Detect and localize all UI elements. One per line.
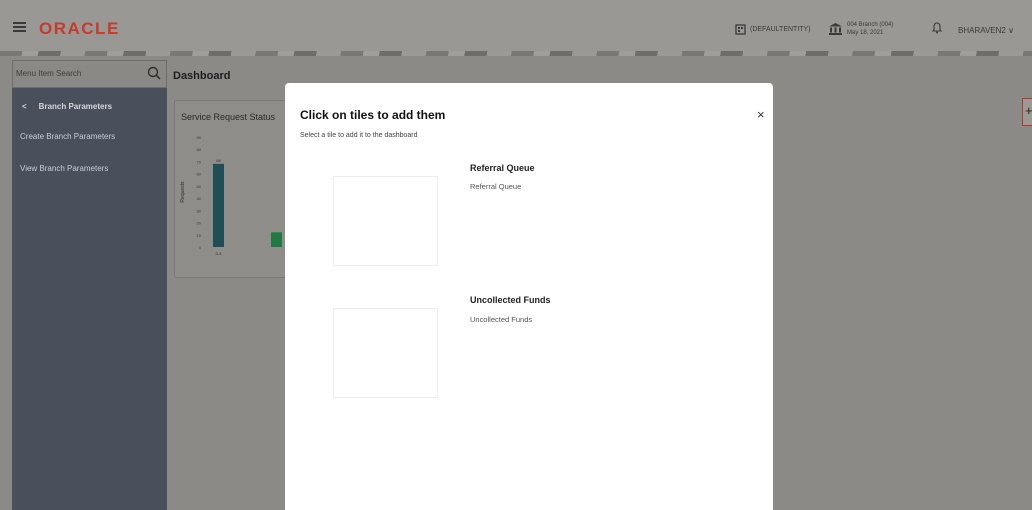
y-tick-label: 20	[197, 221, 202, 226]
branch-selector[interactable]: 004 Branch (004) May 18, 2021	[829, 21, 893, 37]
tile-thumbnail-uncollected-funds[interactable]	[333, 308, 438, 398]
entity-selector[interactable]: (DEFAULTENTITY)	[735, 24, 811, 35]
y-tick-label: 0	[199, 245, 202, 250]
y-axis-label: Requests	[180, 181, 186, 203]
y-tick-label: 10	[197, 233, 202, 238]
chart-bar[interactable]	[213, 163, 224, 247]
plus-icon: +	[1025, 103, 1032, 118]
y-tick-label: 80	[197, 147, 202, 152]
left-sidebar: < Branch Parameters Create Branch Parame…	[12, 60, 167, 510]
hamburger-menu-icon[interactable]	[13, 22, 26, 32]
y-tick-label: 50	[197, 184, 202, 189]
sidebar-item-view-branch-parameters[interactable]: View Branch Parameters	[20, 164, 108, 173]
tile-name-referral-queue[interactable]: Referral Queue	[470, 163, 535, 173]
branch-name: 004 Branch (004)	[847, 22, 894, 28]
close-icon[interactable]: ×	[757, 107, 765, 122]
chart-bar[interactable]	[271, 232, 282, 247]
add-tile-button[interactable]: +	[1022, 98, 1032, 126]
bank-icon	[829, 23, 842, 35]
y-tick-label: 90	[197, 135, 202, 140]
oracle-logo: ORACLE	[39, 19, 120, 38]
entity-icon	[735, 24, 746, 35]
branch-date: May 18, 2021	[847, 30, 884, 36]
user-menu[interactable]: BHARAVEN2 ∨	[958, 26, 1014, 35]
section-title: Branch Parameters	[38, 102, 113, 111]
x-tick-label: 0-3	[216, 251, 223, 256]
menu-search-field[interactable]: Menu Item Search	[12, 60, 167, 88]
dialog-subtitle: Select a tile to add it to the dashboard	[300, 132, 418, 139]
y-tick-label: 70	[197, 159, 202, 164]
entity-label: (DEFAULTENTITY)	[750, 26, 811, 33]
bar-value-label: 68	[216, 158, 221, 163]
add-tiles-dialog: Click on tiles to add them × Select a ti…	[285, 83, 773, 510]
sidebar-item-create-branch-parameters[interactable]: Create Branch Parameters	[20, 132, 115, 141]
tile-desc-uncollected-funds: Uncollected Funds	[470, 315, 533, 324]
y-tick-label: 60	[197, 172, 202, 177]
y-tick-label: 40	[197, 196, 202, 201]
notification-bell-icon[interactable]	[931, 21, 943, 39]
page-title: Dashboard	[173, 70, 231, 82]
tile-name-uncollected-funds[interactable]: Uncollected Funds	[470, 295, 551, 305]
tile-thumbnail-referral-queue[interactable]	[333, 176, 438, 266]
service-request-status-card[interactable]: Service Request Status Requests 90 80 70 60 5…	[174, 100, 294, 278]
back-branch-parameters[interactable]: < Branch Parameters	[22, 102, 112, 111]
back-chevron-icon: <	[22, 102, 27, 111]
search-placeholder: Menu Item Search	[16, 69, 82, 78]
dialog-title: Click on tiles to add them	[300, 108, 446, 122]
search-icon[interactable]	[147, 66, 161, 80]
header-stripe	[0, 51, 1032, 56]
card-title: Service Request Status	[181, 112, 276, 122]
service-request-chart: Requests 90 80 70 60 50 40 30 20 10 0 68 0-3	[180, 135, 282, 256]
top-bar: ORACLE (DEFAULTENTITY) 004 Branch (004) …	[0, 0, 1032, 56]
tile-desc-referral-queue: Referral Queue	[470, 182, 522, 191]
y-tick-label: 30	[197, 208, 202, 213]
